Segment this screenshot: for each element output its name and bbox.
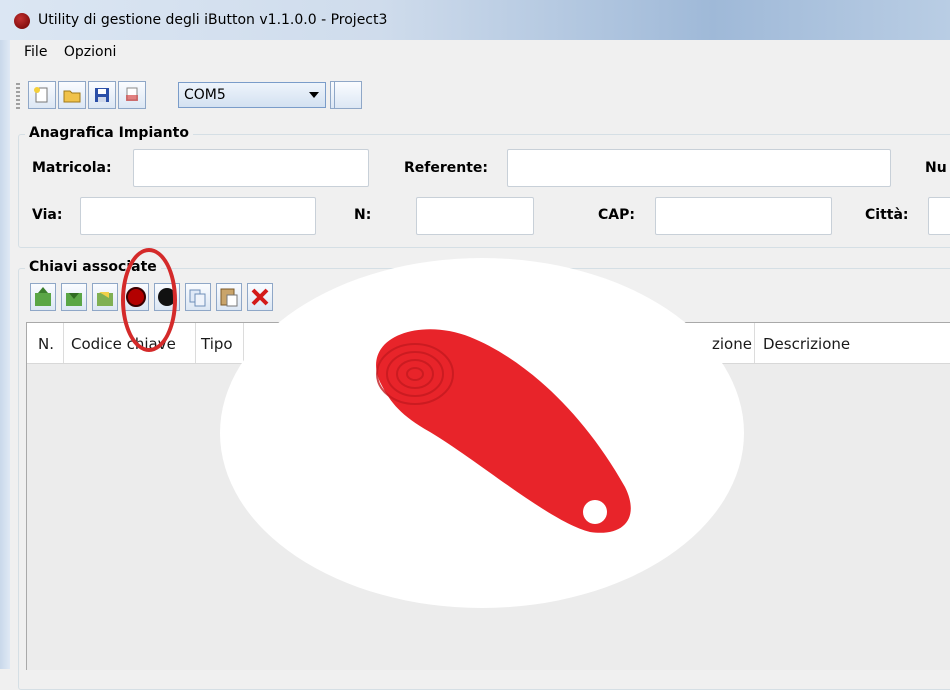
n-label: N: — [354, 207, 372, 223]
print-icon — [126, 87, 138, 101]
n-field[interactable] — [416, 197, 534, 235]
menu-bar: File Opzioni — [10, 44, 128, 70]
save-disk-icon — [95, 88, 109, 102]
new-button[interactable] — [28, 81, 56, 109]
menu-file[interactable]: File — [24, 44, 47, 60]
anagrafica-title: Anagrafica Impianto — [25, 125, 193, 141]
paste-button[interactable] — [216, 283, 242, 311]
title-bar[interactable]: Utility di gestione degli iButton v1.1.0… — [0, 0, 950, 40]
save-button[interactable] — [88, 81, 116, 109]
referente-field[interactable] — [507, 149, 891, 187]
open-button[interactable] — [58, 81, 86, 109]
open-folder-icon — [63, 90, 81, 103]
cap-label: CAP: — [598, 207, 635, 223]
via-field[interactable] — [80, 197, 316, 235]
toolbar-grip[interactable] — [16, 83, 20, 109]
column-tipo[interactable]: Tipo — [201, 335, 233, 353]
matricola-field[interactable] — [133, 149, 369, 187]
app-icon — [14, 13, 30, 29]
delete-button[interactable] — [247, 283, 273, 311]
copy-button[interactable] — [185, 283, 211, 311]
window-frame — [0, 0, 10, 669]
export-button[interactable] — [61, 283, 87, 311]
nu-label: Nu — [925, 160, 947, 176]
via-label: Via: — [32, 207, 63, 223]
column-divider[interactable] — [63, 323, 64, 363]
new-file-icon — [34, 87, 48, 103]
import-button[interactable] — [30, 283, 56, 311]
export-icon — [66, 293, 82, 306]
column-zione[interactable]: zione — [712, 335, 752, 353]
import-icon — [35, 287, 51, 306]
print-button[interactable] — [118, 81, 146, 109]
ibutton-key-image — [376, 329, 631, 533]
matricola-label: Matricola: — [32, 160, 112, 176]
cap-field[interactable] — [655, 197, 832, 235]
column-divider[interactable] — [243, 323, 244, 363]
column-divider[interactable] — [195, 323, 196, 363]
column-descrizione[interactable]: Descrizione — [763, 335, 850, 353]
chevron-down-icon — [309, 92, 319, 98]
search-button[interactable] — [334, 81, 362, 109]
window-title: Utility di gestione degli iButton v1.1.0… — [38, 12, 388, 28]
write-icon — [97, 292, 113, 306]
com-port-value: COM5 — [184, 87, 226, 103]
column-divider[interactable] — [754, 323, 755, 363]
app-window: Utility di gestione degli iButton v1.1.0… — [0, 0, 950, 690]
menu-opzioni[interactable]: Opzioni — [64, 44, 116, 60]
write-button[interactable] — [92, 283, 118, 311]
column-n[interactable]: N. — [38, 335, 54, 353]
citta-field[interactable] — [928, 197, 950, 235]
citta-label: Città: — [865, 207, 909, 223]
referente-label: Referente: — [404, 160, 489, 176]
com-port-select[interactable]: COM5 — [178, 82, 326, 108]
paste-icon — [220, 288, 238, 307]
copy-icon — [189, 289, 206, 307]
delete-icon — [251, 288, 269, 306]
highlight-circle — [121, 248, 177, 352]
